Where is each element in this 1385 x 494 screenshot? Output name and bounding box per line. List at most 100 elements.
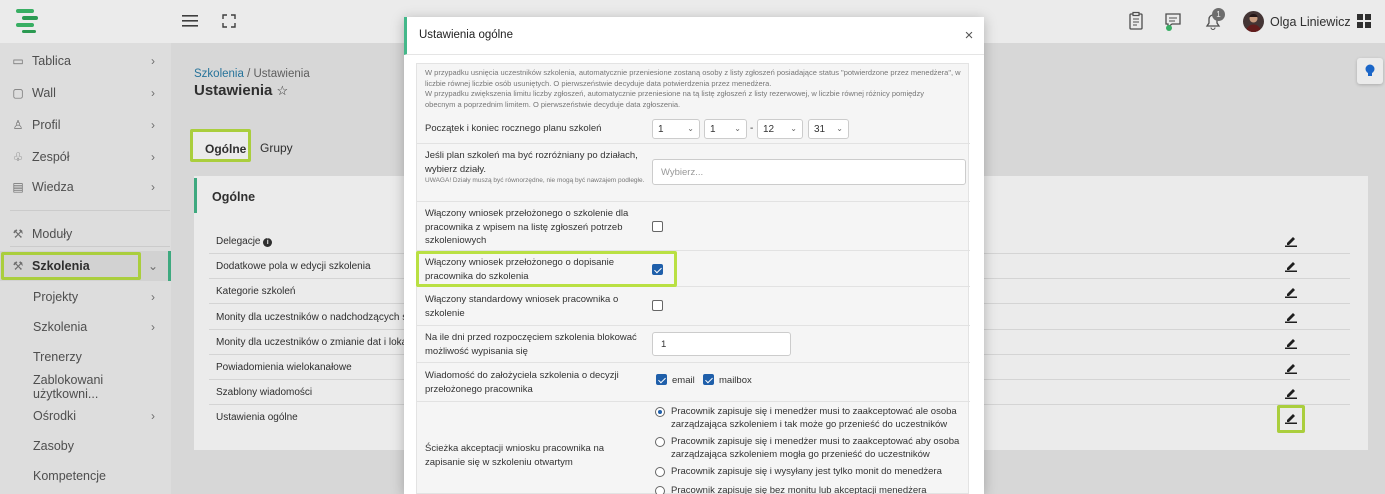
page-title: Ustawienia ☆ (194, 82, 289, 99)
plan-start-month-select[interactable]: 1 ⌄ (704, 119, 747, 139)
sidebar-item-label: Tablica (32, 54, 71, 68)
settings-modal: Ustawienia ogólne × W przypadku usnięcia… (404, 17, 984, 494)
app-logo[interactable] (14, 7, 42, 35)
edit-icon[interactable] (1285, 337, 1297, 349)
plan-start-day-select[interactable]: 1 ⌄ (652, 119, 700, 139)
chat-icon: ▢ (12, 86, 24, 100)
sidebar-divider (10, 246, 170, 247)
chevron-down-icon: ⌄ (687, 124, 694, 133)
email-checkbox[interactable] (656, 374, 667, 385)
standard-request-checkbox[interactable] (652, 300, 663, 311)
user-name[interactable]: Olga Liniewicz (1270, 15, 1351, 29)
chevron-right-icon: › (151, 320, 155, 334)
divisions-label: Jeśli plan szkoleń ma być rozróżniany po… (425, 150, 645, 184)
tab-ogolne[interactable]: Ogólne (190, 129, 251, 162)
sidebar-subitem-szkolenia[interactable]: Szkolenia › (0, 312, 171, 342)
breadcrumb-link[interactable]: Szkolenia (194, 68, 244, 80)
sidebar-subitem-projekty[interactable]: Projekty › (0, 282, 171, 312)
plan-end-day-select[interactable]: 31 ⌄ (808, 119, 849, 139)
chevron-down-icon: ⌄ (836, 124, 843, 133)
edit-icon[interactable] (1285, 286, 1297, 298)
path-option-radio[interactable] (655, 467, 665, 477)
path-option-label: Pracownik zapisuje się i menedżer musi t… (671, 406, 957, 430)
lightbulb-icon (1365, 64, 1375, 76)
email-label: email (672, 375, 695, 386)
plan-label: Początek i koniec rocznego planu szkoleń (425, 123, 602, 134)
superior-request-checkbox[interactable] (652, 221, 663, 232)
standard-request-label: Włączony standardowy wniosek pracownika … (425, 294, 619, 319)
sidebar-subitem-trenerzy[interactable]: Trenerzy (0, 342, 171, 372)
sidebar-item-zespol[interactable]: ♧ Zespół › (0, 142, 171, 172)
star-icon[interactable]: ☆ (277, 83, 289, 98)
date-separator: - (750, 123, 754, 134)
path-option-label: Pracownik zapisuje się i wysyłany jest t… (671, 466, 942, 477)
sidebar-item-wall[interactable]: ▢ Wall › (0, 78, 171, 108)
sidebar-item-label: Profil (32, 118, 61, 132)
mailbox-label: mailbox (719, 375, 752, 386)
sidebar-item-label: Szkolenia (33, 320, 88, 334)
plan-row: Początek i koniec rocznego planu szkoleń… (417, 114, 970, 144)
path-option-radio[interactable] (655, 407, 665, 417)
sidebar-item-profil[interactable]: ♙ Profil › (0, 110, 171, 140)
fullscreen-icon[interactable] (222, 14, 236, 28)
sidebar-subitem-osrodki[interactable]: Ośrodki › (0, 401, 171, 431)
sidebar-subitem-zablokowani[interactable]: Zablokowani użytkowni... (0, 372, 171, 402)
avatar[interactable] (1243, 11, 1264, 32)
standard-request-row: Włączony standardowy wniosek pracownika … (417, 287, 970, 326)
chevron-down-icon: ⌄ (790, 124, 797, 133)
info-icon[interactable]: i (263, 238, 273, 247)
chevron-right-icon: › (151, 54, 155, 68)
chevron-right-icon: › (151, 86, 155, 100)
help-button[interactable] (1357, 58, 1383, 84)
breadcrumb: Szkolenia / Ustawienia (194, 68, 310, 80)
path-option-label: Pracownik zapisuje się i menedżer musi t… (671, 436, 960, 460)
sidebar-item-label: Wall (32, 86, 56, 100)
chat-icon[interactable] (1164, 11, 1184, 31)
edit-icon[interactable] (1285, 387, 1297, 399)
clipboard-icon[interactable] (1126, 11, 1146, 31)
sidebar-subitem-kompetencje[interactable]: Kompetencje (0, 461, 171, 491)
sidebar-divider (10, 210, 170, 211)
sidebar-item-szkolenia[interactable]: ⚒ Szkolenia ⌄ (0, 251, 171, 281)
acceptance-path-row: Ścieżka akceptacji wniosku pracownika na… (417, 402, 970, 494)
days-input[interactable]: 1 (652, 332, 791, 356)
highlight-box (1, 252, 141, 280)
sidebar-item-label: Ośrodki (33, 409, 77, 423)
tab-label: Ogólne (205, 142, 247, 156)
edit-icon[interactable] (1285, 260, 1297, 272)
divisions-row: Jeśli plan szkoleń ma być rozróżniany po… (417, 144, 970, 202)
sidebar-item-label: Trenerzy (33, 350, 82, 364)
divisions-select[interactable]: Wybierz... (652, 159, 966, 185)
team-icon: ♧ (12, 150, 24, 164)
sidebar-subitem-zasoby[interactable]: Zasoby (0, 431, 171, 461)
path-option-radio[interactable] (655, 486, 665, 494)
modal-body: W przypadku usnięcia uczestników szkolen… (416, 63, 970, 494)
monitor-icon: ▭ (12, 54, 24, 68)
user-icon: ♙ (12, 118, 24, 132)
chevron-down-icon: ⌄ (148, 259, 159, 273)
sidebar-item-label: Projekty (33, 290, 79, 304)
plan-end-month-select[interactable]: 12 ⌄ (757, 119, 803, 139)
sidebar-item-label: Zasoby (33, 439, 74, 453)
sidebar-item-label: Wiedza (32, 180, 74, 194)
mailbox-checkbox[interactable] (703, 374, 714, 385)
edit-icon[interactable] (1285, 362, 1297, 374)
edit-icon[interactable] (1285, 235, 1297, 247)
sidebar-item-label: Kompetencje (33, 469, 106, 483)
menu-icon[interactable] (182, 14, 198, 28)
chevron-right-icon: › (151, 409, 155, 423)
edit-icon[interactable] (1285, 311, 1297, 323)
close-icon[interactable]: × (962, 27, 976, 44)
message-row: Wiadomość do założyciela szkolenia o dec… (417, 363, 970, 402)
sidebar-item-wiedza[interactable]: ▤ Wiedza › (0, 172, 171, 202)
path-option-radio[interactable] (655, 437, 665, 447)
info-text: W przypadku usnięcia uczestników szkolen… (425, 68, 961, 109)
tab-grupy[interactable]: Grupy (260, 141, 293, 155)
chevron-right-icon: › (151, 290, 155, 304)
apps-grid-icon[interactable] (1357, 14, 1371, 28)
edit-icon[interactable] (1285, 412, 1297, 424)
chevron-right-icon: › (151, 180, 155, 194)
sidebar-item-tablica[interactable]: ▭ Tablica › (0, 46, 171, 76)
sidebar-item-moduly[interactable]: ⚒ Moduły (0, 219, 171, 249)
breadcrumb-current: Ustawienia (253, 68, 310, 80)
